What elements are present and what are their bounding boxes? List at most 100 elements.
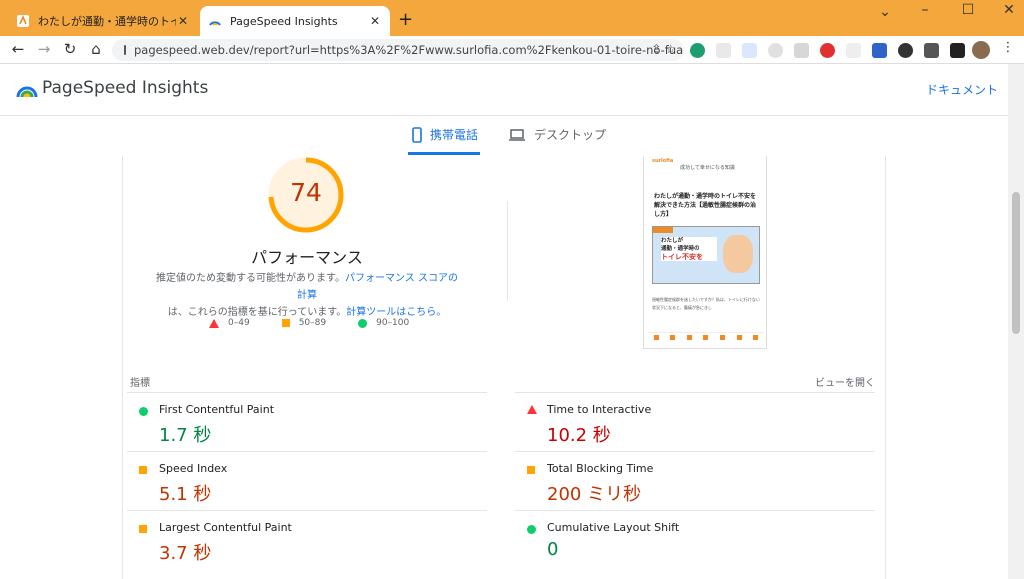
chat-icon[interactable] — [768, 43, 783, 58]
performance-title: パフォーマンス — [251, 248, 363, 267]
page-screenshot-preview: surlofia 成功して幸せになる知識 わたしが通勤・通学時のトイレ不安を解決… — [643, 156, 767, 349]
preview-nav-icons — [648, 333, 764, 340]
hash-icon[interactable] — [898, 43, 913, 58]
pagespeed-favicon-icon — [209, 21, 221, 26]
nav-icon — [703, 335, 709, 340]
preview-article-title: わたしが通勤・通学時のトイレ不安を解決できた方法【過敏性腸症候群の治し方】 — [654, 193, 757, 218]
metric-fcp: First Contentful Paint 1.7 秒 — [127, 392, 487, 450]
legend-pass-label: 90–100 — [376, 318, 410, 328]
nav-icon — [670, 335, 676, 340]
nav-icon — [720, 335, 726, 340]
metric-value: 0 — [547, 539, 559, 560]
minimize-icon[interactable]: – — [910, 2, 940, 18]
tab-mobile-label: 携帯電話 — [430, 128, 479, 142]
url-text: pagespeed.web.dev/report?url=https%3A%2F… — [134, 43, 684, 57]
legend-fail-label: 0–49 — [228, 318, 250, 328]
lock-icon — [124, 45, 126, 55]
phone-icon — [412, 126, 422, 143]
device-tabs: 携帯電話 デスクトップ — [0, 116, 1008, 156]
home-icon[interactable]: ⌂ — [86, 40, 106, 58]
calculator-link[interactable]: 計算ツールはこちら。 — [346, 307, 446, 318]
docs-link[interactable]: ドキュメント — [926, 81, 998, 98]
browser-tab-surlofia[interactable]: わたしが通勤・通学時のトイレ不安を ✕ — [8, 6, 198, 36]
preview-bottom-nav — [648, 332, 764, 342]
preview-logo: surlofia — [652, 158, 674, 164]
metric-tti: Time to Interactive 10.2 秒 — [515, 392, 875, 450]
tab-desktop[interactable]: デスクトップ — [508, 126, 606, 143]
performance-score: 74 — [290, 178, 322, 207]
preview-banner-tag — [653, 227, 673, 233]
legend-average: 50–89 — [281, 318, 326, 328]
back-icon[interactable]: ← — [8, 40, 28, 58]
metric-value: 10.2 秒 — [547, 425, 611, 446]
nav-icon — [753, 335, 759, 340]
recycle-icon[interactable] — [716, 43, 731, 58]
nav-icon — [686, 335, 692, 340]
metric-lcp: Largest Contentful Paint 3.7 秒 — [127, 510, 487, 568]
close-window-icon[interactable]: ✕ — [994, 2, 1024, 18]
menu-icon[interactable]: ⋮ — [998, 40, 1018, 55]
square-icon — [281, 319, 290, 327]
preview-banner: わたしが 通勤・通学時の トイレ不安を — [652, 226, 760, 284]
metric-name: Total Blocking Time — [547, 462, 654, 475]
browser-tab-pagespeed[interactable]: PageSpeed Insights ✕ — [200, 6, 390, 36]
divider — [507, 201, 508, 301]
metric-name: Speed Index — [159, 462, 228, 475]
circle-icon — [358, 318, 368, 328]
metric-name: Largest Contentful Paint — [159, 521, 292, 534]
avatar[interactable] — [972, 41, 990, 59]
tab-mobile[interactable]: 携帯電話 — [412, 126, 478, 143]
nav-icon — [653, 335, 659, 340]
extension-icon[interactable] — [690, 43, 705, 58]
desc-text-2: は、これらの指標を基に行っています。 — [167, 307, 347, 318]
report-panel: 74 パフォーマンス 推定値のため変動する可能性があります。パフォーマンス スコ… — [122, 156, 886, 579]
new-tab-icon[interactable]: + — [398, 9, 413, 30]
close-tab-icon[interactable]: ✕ — [368, 14, 382, 28]
chevron-down-icon[interactable]: ⌄ — [870, 4, 900, 20]
note-icon[interactable] — [846, 43, 861, 58]
banner-line-2: 通勤・通学時の — [661, 246, 700, 252]
maximize-icon[interactable]: ☐ — [953, 2, 983, 18]
metric-value: 3.7 秒 — [159, 543, 212, 564]
brand-title: PageSpeed Insights — [42, 78, 209, 98]
metric-value: 5.1 秒 — [159, 484, 212, 505]
reload-icon[interactable]: ↻ — [60, 40, 80, 58]
metric-name: Cumulative Layout Shift — [547, 521, 680, 534]
banner-line-1: わたしが — [661, 238, 684, 244]
expand-view-button[interactable]: ビューを開く — [815, 374, 875, 389]
sidebar-icon[interactable] — [950, 43, 965, 58]
metric-tbt: Total Blocking Time 200 ミリ秒 — [515, 451, 875, 509]
triangle-icon — [209, 318, 219, 328]
average-square-icon — [527, 466, 535, 474]
average-square-icon — [139, 525, 147, 533]
browser-toolbar: ← → ↻ ⌂ pagespeed.web.dev/report?url=htt… — [0, 36, 1024, 64]
scrollbar-thumb[interactable] — [1012, 192, 1020, 334]
metrics-label: 指標 — [130, 378, 150, 389]
tab-title: PageSpeed Insights — [230, 14, 338, 28]
address-bar[interactable]: pagespeed.web.dev/report?url=https%3A%2F… — [112, 39, 684, 61]
tab-title: わたしが通勤・通学時のトイレ不安を — [38, 15, 176, 28]
preview-body-text: 過敏性腸症候群を迷したいですか？私は、トイレに行けない状況下になると、腹痛が急に… — [652, 297, 760, 310]
preview-tagline: 成功して幸せになる知識 — [680, 165, 735, 171]
surlofia-favicon-icon — [17, 14, 29, 27]
metric-value: 200 ミリ秒 — [547, 484, 642, 505]
desc-text-1: 推定値のため変動する可能性があります。 — [156, 273, 345, 284]
fail-triangle-icon — [527, 405, 537, 414]
browser-tab-bar: わたしが通勤・通学時のトイレ不安を ✕ PageSpeed Insights ✕… — [0, 0, 1024, 36]
screenshot-icon[interactable] — [794, 43, 809, 58]
puzzle-icon[interactable] — [924, 43, 939, 58]
share-star-icons[interactable]: ⇪ ☆ — [651, 42, 676, 56]
metric-name: First Contentful Paint — [159, 403, 275, 416]
search-icon[interactable] — [742, 43, 757, 58]
legend-pass: 90–100 — [358, 318, 409, 328]
pass-circle-icon — [139, 407, 148, 416]
flag-icon[interactable] — [872, 43, 887, 58]
close-tab-icon[interactable]: ✕ — [176, 14, 190, 28]
laptop-icon — [509, 128, 525, 141]
tab-desktop-label: デスクトップ — [534, 128, 607, 142]
forward-icon[interactable]: → — [34, 40, 54, 58]
metric-value: 1.7 秒 — [159, 425, 212, 446]
scrollbar[interactable] — [1008, 64, 1024, 579]
block-icon[interactable] — [820, 43, 835, 58]
legend-fail: 0–49 — [209, 318, 250, 328]
